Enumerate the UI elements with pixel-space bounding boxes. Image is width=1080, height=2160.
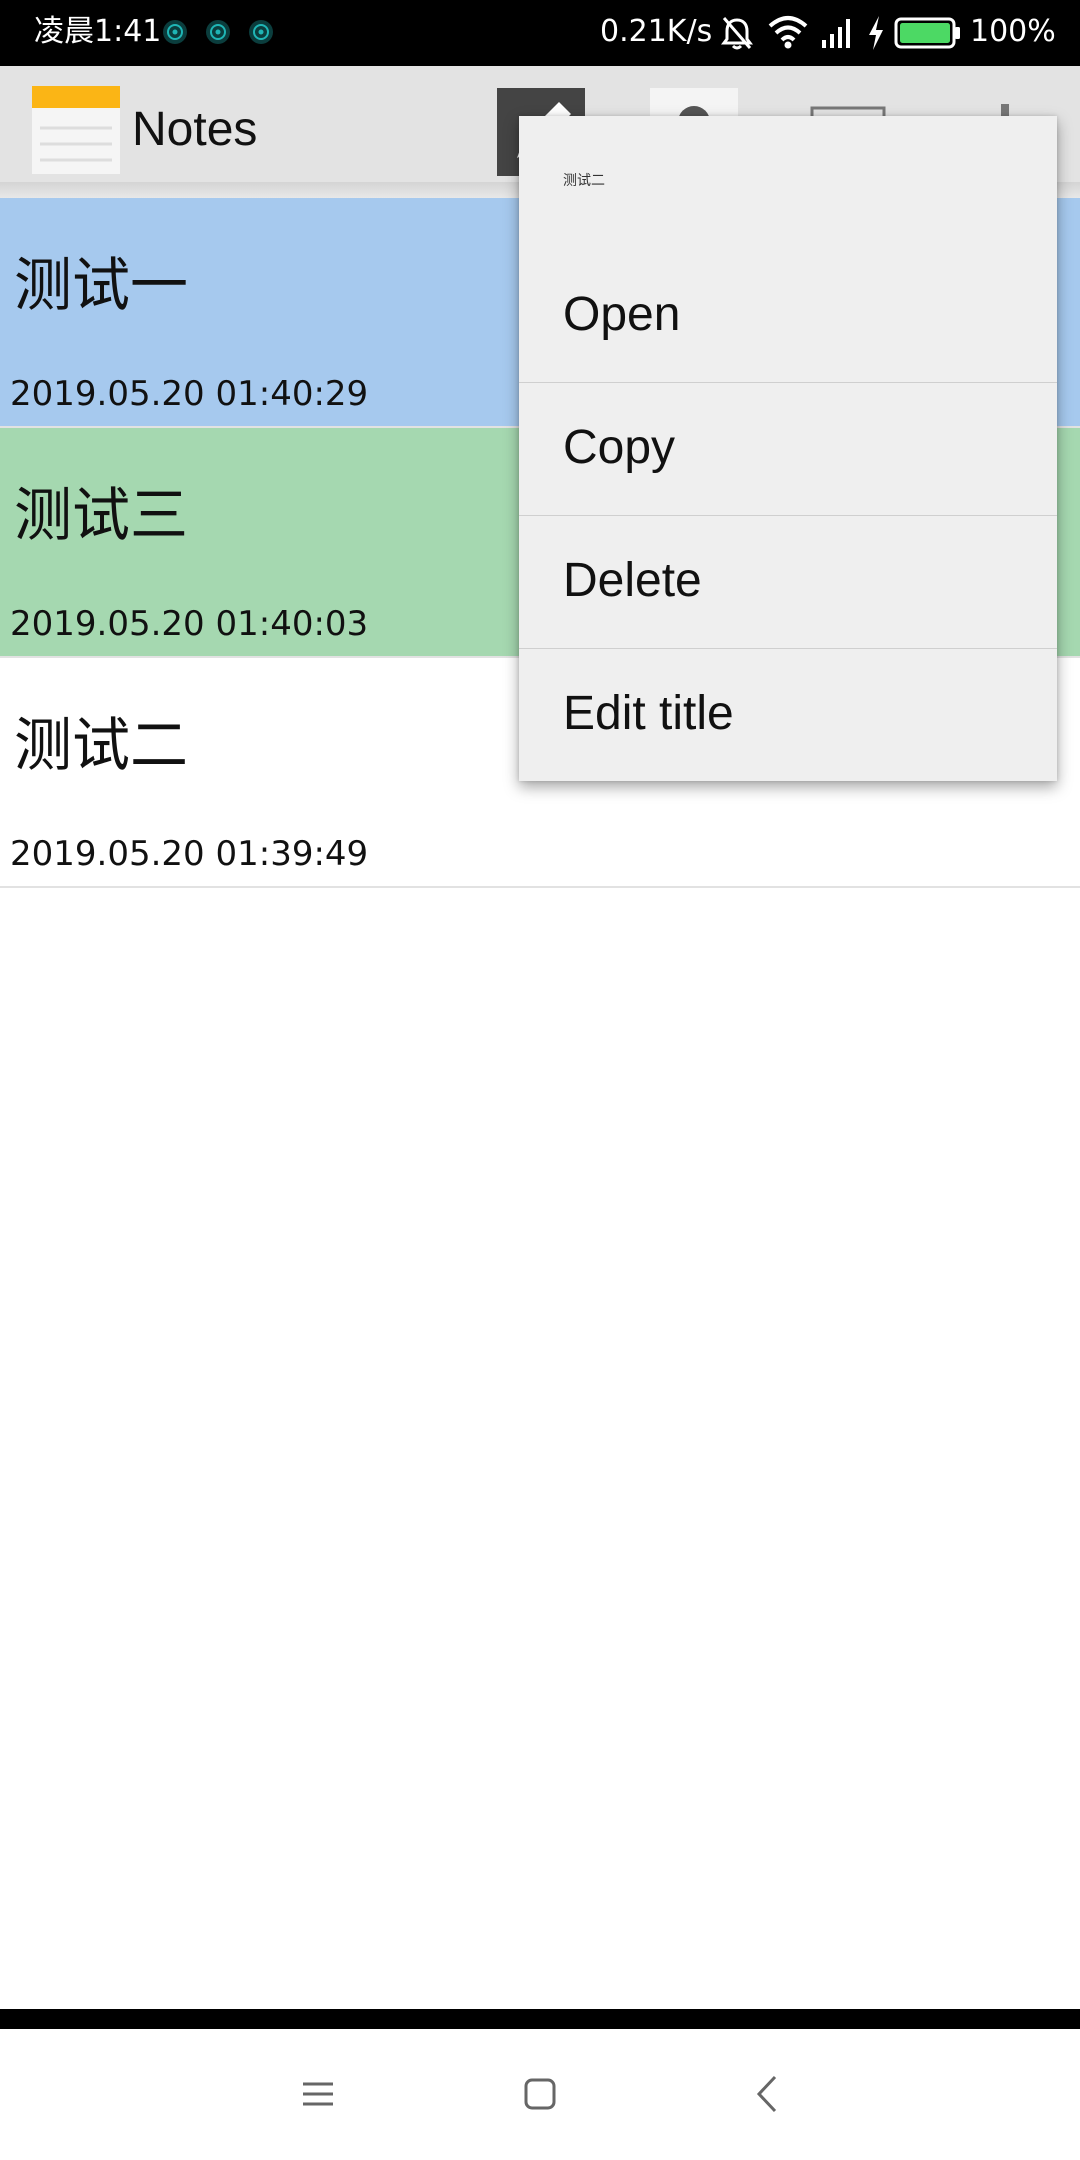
back-button[interactable] xyxy=(733,2059,803,2129)
context-menu-header: 测试二 xyxy=(563,173,605,189)
menu-item-label: Edit title xyxy=(563,687,734,740)
menu-item-label: Delete xyxy=(563,554,702,607)
menu-item-open[interactable]: Open xyxy=(519,249,1057,382)
note-date: 2019.05.20 01:39:49 xyxy=(10,834,369,874)
navigation-bar xyxy=(0,2029,1080,2160)
app-title: Notes xyxy=(132,103,258,156)
menu-button[interactable] xyxy=(283,2059,353,2129)
home-icon xyxy=(524,2078,556,2110)
menu-icon xyxy=(303,2082,333,2106)
wifi-icon xyxy=(768,16,808,49)
note-title: 测试三 xyxy=(14,481,189,549)
menu-item-label: Copy xyxy=(563,421,676,474)
notes-logo-icon xyxy=(32,86,120,174)
status-bar: 凌晨1:41 0.21K/s 100% xyxy=(0,0,1080,66)
screen: 凌晨1:41 0.21K/s 100% Notes 测试一 2019.05.20… xyxy=(0,0,1080,2160)
menu-item-edit-title[interactable]: Edit title xyxy=(519,648,1057,781)
battery-percent: 100% xyxy=(970,14,1056,49)
notification-icon xyxy=(163,20,187,44)
menu-item-delete[interactable]: Delete xyxy=(519,515,1057,648)
status-time: 凌晨1:41 xyxy=(34,14,162,49)
back-icon xyxy=(756,2075,777,2113)
note-date: 2019.05.20 01:40:03 xyxy=(10,604,369,644)
network-speed: 0.21K/s xyxy=(600,14,713,49)
notification-icon xyxy=(249,20,273,44)
home-button[interactable] xyxy=(505,2059,575,2129)
notification-icon xyxy=(206,20,230,44)
alarm-off-icon xyxy=(721,17,753,50)
note-title: 测试一 xyxy=(14,251,189,319)
nav-bar-separator xyxy=(0,2009,1080,2029)
note-title: 测试二 xyxy=(14,711,189,779)
signal-icon xyxy=(822,19,850,48)
charging-icon xyxy=(869,16,883,50)
battery-icon xyxy=(894,17,960,49)
context-menu: 测试二 Open Copy Delete Edit title xyxy=(519,116,1057,781)
menu-item-copy[interactable]: Copy xyxy=(519,382,1057,515)
menu-item-label: Open xyxy=(563,288,681,341)
note-date: 2019.05.20 01:40:29 xyxy=(10,374,369,414)
